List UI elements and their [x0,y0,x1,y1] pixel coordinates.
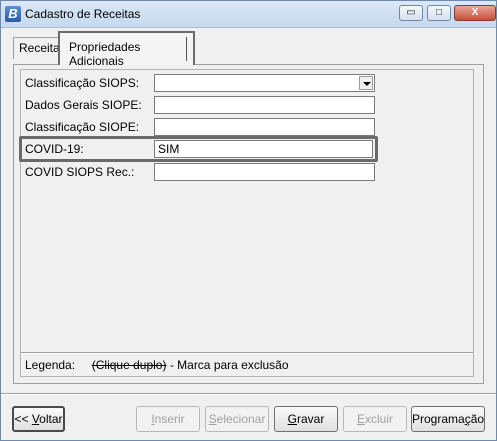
covid19-label: COVID-19: [25,142,84,156]
close-button[interactable]: X [454,5,496,21]
properties-group [20,69,474,377]
programacao-button[interactable]: Programação [411,406,485,432]
covid-siops-rec-label: COVID SIOPS Rec.: [25,165,135,179]
window-title: Cadastro de Receitas [25,7,141,21]
tab-receita-label: Receita [19,41,60,55]
classificacao-siope-field[interactable] [154,118,375,136]
legend-label: Legenda: [25,358,76,372]
dados-gerais-siope-field[interactable] [154,96,375,114]
covid19-field[interactable]: SIM [154,140,373,158]
dados-gerais-siope-label: Dados Gerais SIOPE: [25,98,142,112]
classificacao-siops-select[interactable] [154,74,375,92]
legend-divider [21,352,473,354]
title-bar[interactable]: B Cadastro de Receitas ▭ □ X [1,1,496,28]
cadastro-de-receitas-window: B Cadastro de Receitas ▭ □ X Receita Pro… [0,0,497,441]
covid19-value: SIM [158,142,180,156]
selecionar-button[interactable]: Selecionar [205,406,269,432]
tab-edge-divider [186,37,187,61]
classificacao-siops-label: Classificação SIOPS: [25,76,140,90]
classificacao-siope-label: Classificação SIOPE: [25,120,140,134]
tab-propriedades-label: Propriedades Adicionais [69,40,141,68]
legend-strike-text: (Clique duplo) [91,358,167,372]
minimize-button[interactable]: ▭ [399,5,423,21]
chevron-down-icon[interactable] [359,76,373,90]
app-logo-icon: B [5,6,21,22]
tab-propriedades-adicionais[interactable]: Propriedades Adicionais [58,31,195,68]
legend: Legenda: (Clique duplo) - Marca para exc… [25,358,289,372]
excluir-button[interactable]: Excluir [343,406,407,432]
covid-siops-rec-field[interactable] [154,163,375,181]
inserir-button[interactable]: Inserir [136,406,200,432]
footer-divider [1,393,496,395]
maximize-button[interactable]: □ [427,5,451,21]
legend-description: - Marca para exclusão [169,358,289,372]
voltar-button[interactable]: << Voltar [12,406,65,432]
gravar-button[interactable]: Gravar [274,406,338,432]
